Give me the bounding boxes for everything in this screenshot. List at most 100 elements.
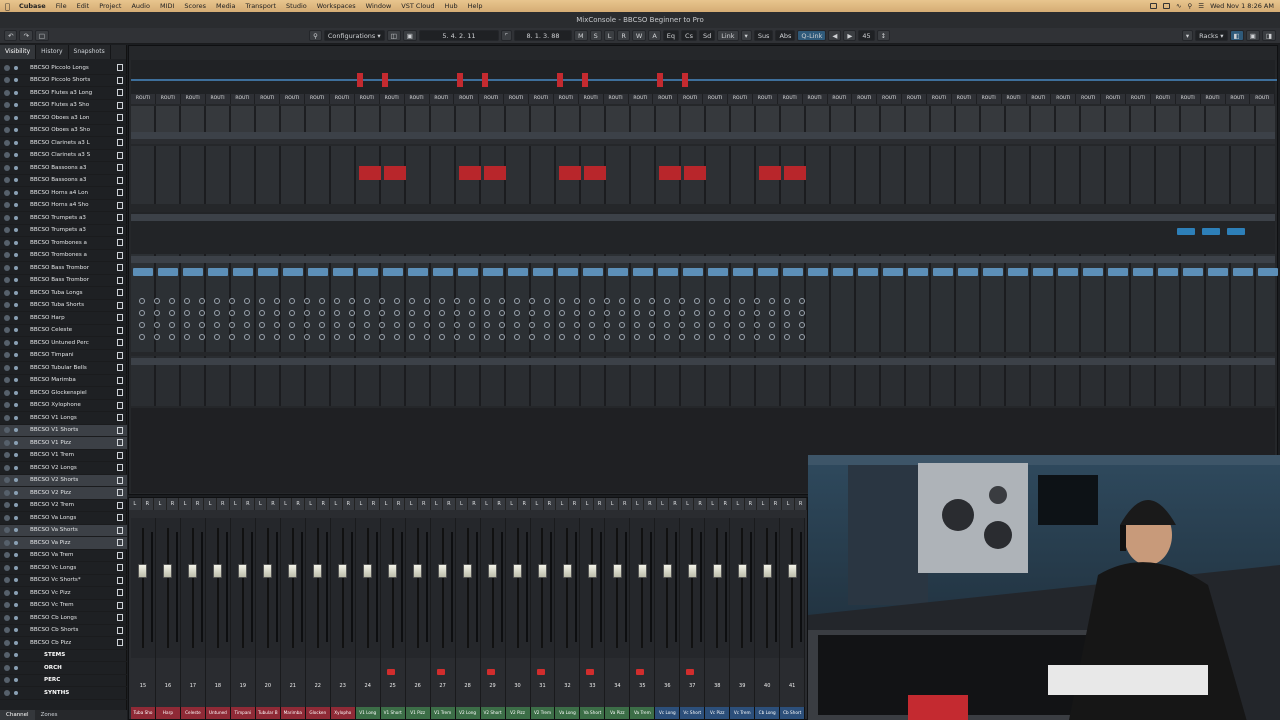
- fader-handle[interactable]: [737, 564, 747, 578]
- strip-module-display[interactable]: [183, 268, 203, 276]
- strip-knob[interactable]: [499, 310, 505, 316]
- visibility-eye-icon[interactable]: [4, 689, 10, 696]
- routing-label[interactable]: ROUTI: [604, 94, 629, 104]
- eq-active-cell[interactable]: [784, 166, 806, 180]
- strip-knob[interactable]: [304, 322, 310, 328]
- strip-knob[interactable]: [319, 298, 325, 304]
- zone-dot-icon[interactable]: [14, 78, 18, 83]
- routing-label[interactable]: ROUTI: [380, 94, 405, 104]
- strip-knob[interactable]: [589, 298, 595, 304]
- zone-dot-icon[interactable]: [14, 603, 18, 608]
- channel-name-label[interactable]: V1 Trem: [430, 707, 456, 719]
- strip-knob[interactable]: [664, 334, 670, 340]
- control-center-icon[interactable]: ☰: [1198, 2, 1204, 10]
- track-visibility-item[interactable]: BBCSO V1 Pizz: [0, 437, 127, 450]
- zone-dot-icon[interactable]: [14, 353, 18, 358]
- strip-knob[interactable]: [214, 334, 220, 340]
- channel-name-label[interactable]: Vc Short: [680, 707, 706, 719]
- track-visibility-item[interactable]: BBCSO Va Longs: [0, 512, 127, 525]
- visibility-eye-icon[interactable]: [4, 627, 10, 634]
- visibility-eye-icon[interactable]: [4, 414, 10, 421]
- zone-dot-icon[interactable]: [14, 290, 18, 295]
- visibility-eye-icon[interactable]: [4, 439, 10, 446]
- record-enable-button[interactable]: [536, 669, 545, 675]
- strip-knob[interactable]: [154, 322, 160, 328]
- channel-name-label[interactable]: V1 Long: [355, 707, 381, 719]
- channel-io-tag[interactable]: L: [632, 498, 645, 510]
- routing-label[interactable]: ROUTI: [877, 94, 903, 104]
- visibility-eye-icon[interactable]: [4, 214, 10, 221]
- strip-module-display[interactable]: [258, 268, 278, 276]
- strip-knob[interactable]: [604, 310, 610, 316]
- visibility-eye-icon[interactable]: [4, 239, 10, 246]
- channel-io-tag[interactable]: R: [644, 498, 657, 510]
- routing-label[interactable]: ROUTI: [181, 94, 206, 104]
- routing-label[interactable]: ROUTI: [803, 94, 828, 104]
- channel-io-tag[interactable]: L: [154, 498, 167, 510]
- channel-io-tag[interactable]: R: [719, 498, 732, 510]
- track-visibility-item[interactable]: BBCSO Glockenspiel: [0, 387, 127, 400]
- strip-knob[interactable]: [214, 310, 220, 316]
- strip-knob[interactable]: [784, 310, 790, 316]
- visibility-eye-icon[interactable]: [4, 289, 10, 296]
- fader-handle[interactable]: [587, 564, 597, 578]
- strip-knob[interactable]: [604, 298, 610, 304]
- fader-handle[interactable]: [712, 564, 722, 578]
- strip-knob[interactable]: [724, 334, 730, 340]
- track-visibility-item[interactable]: BBCSO Trumpets a3: [0, 225, 127, 237]
- strip-knob[interactable]: [739, 298, 745, 304]
- strip-module-display[interactable]: [833, 268, 853, 276]
- track-visibility-item[interactable]: BBCSO Vc Longs: [0, 562, 127, 575]
- strip-knob[interactable]: [484, 298, 490, 304]
- channel-io-tag[interactable]: L: [732, 498, 745, 510]
- channel-name-label[interactable]: Tubular B: [255, 707, 281, 719]
- strip-knob[interactable]: [619, 310, 625, 316]
- racks-dropdown[interactable]: Racks ▾: [1195, 30, 1228, 41]
- fader-handle[interactable]: [163, 564, 173, 578]
- zone-dot-icon[interactable]: [14, 415, 18, 420]
- strip-module-display[interactable]: [1158, 268, 1178, 276]
- zone-dot-icon[interactable]: [14, 90, 18, 95]
- routing-label[interactable]: ROUTI: [1002, 94, 1027, 104]
- sends-rack[interactable]: [131, 356, 1275, 406]
- strip-knob[interactable]: [394, 322, 400, 328]
- routing-label[interactable]: ROUTI: [1101, 94, 1126, 104]
- channel-io-tag[interactable]: R: [518, 498, 531, 510]
- strip-knob[interactable]: [754, 334, 760, 340]
- strip-module-display[interactable]: [1233, 268, 1253, 276]
- record-enable-button[interactable]: [586, 669, 595, 675]
- channel-name-label[interactable]: Cb Short: [780, 707, 806, 719]
- zone-dot-icon[interactable]: [14, 540, 18, 545]
- zone-dot-icon[interactable]: [14, 465, 18, 470]
- channel-io-tag[interactable]: R: [167, 498, 180, 510]
- strip-knob[interactable]: [139, 310, 145, 316]
- strip-knob[interactable]: [469, 298, 475, 304]
- strip-knob[interactable]: [349, 322, 355, 328]
- strip-knob[interactable]: [799, 310, 805, 316]
- channel-io-tag[interactable]: L: [606, 498, 619, 510]
- fader-handle[interactable]: [662, 564, 672, 578]
- strip-knob[interactable]: [379, 322, 385, 328]
- visibility-eye-icon[interactable]: [4, 577, 10, 584]
- track-visibility-item[interactable]: BBCSO V2 Longs: [0, 462, 127, 475]
- eq-active-cell[interactable]: [459, 166, 481, 180]
- strip-knob[interactable]: [709, 298, 715, 304]
- visibility-eye-icon[interactable]: [4, 427, 10, 434]
- channel-name-label[interactable]: V2 Long: [455, 707, 481, 719]
- visibility-eye-icon[interactable]: [4, 452, 10, 459]
- zone-dot-icon[interactable]: [14, 653, 18, 658]
- visibility-eye-icon[interactable]: [4, 352, 10, 359]
- save-config-icon[interactable]: ◫: [386, 30, 401, 41]
- strip-knob[interactable]: [334, 334, 340, 340]
- eq-active-cell[interactable]: [684, 166, 706, 180]
- strip-knob[interactable]: [604, 334, 610, 340]
- record-enable-button[interactable]: [436, 669, 445, 675]
- strip-knob[interactable]: [634, 298, 640, 304]
- channel-io-tag[interactable]: L: [330, 498, 343, 510]
- visibility-eye-icon[interactable]: [4, 177, 10, 184]
- write-button[interactable]: W: [631, 30, 647, 41]
- strip-knob[interactable]: [769, 298, 775, 304]
- channel-io-tag[interactable]: R: [418, 498, 431, 510]
- strip-knob[interactable]: [229, 322, 235, 328]
- strip-knob[interactable]: [649, 310, 655, 316]
